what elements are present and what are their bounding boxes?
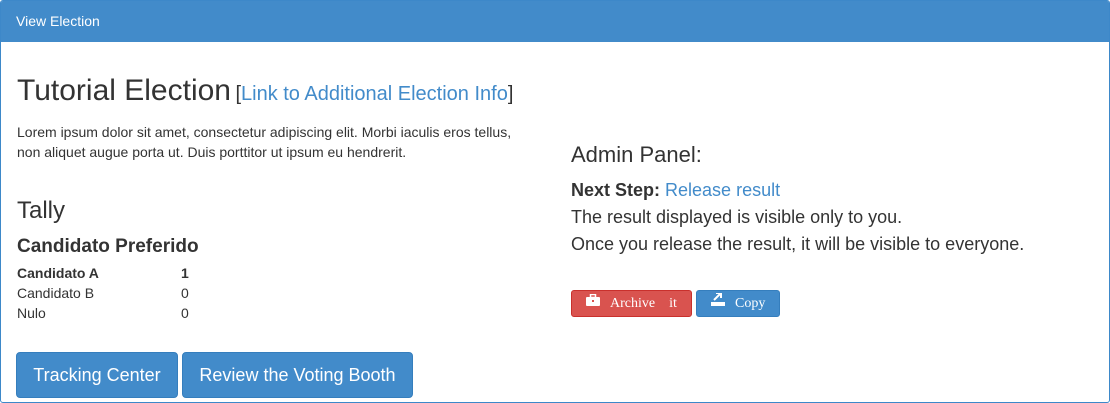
candidate-count: 0 <box>181 305 189 321</box>
briefcase-icon <box>586 290 600 315</box>
tally-table: Candidato A 1 Candidato B 0 Nulo 0 <box>17 263 189 323</box>
question-title: Candidato Preferido <box>17 236 199 257</box>
archive-label-it: it <box>669 296 677 311</box>
bracket-close: ] <box>507 83 514 105</box>
export-icon <box>711 290 725 315</box>
panel-heading: View Election <box>1 1 1109 42</box>
candidate-count: 0 <box>181 285 189 301</box>
review-voting-booth-button[interactable]: Review the Voting Booth <box>182 352 413 398</box>
admin-panel-heading: Admin Panel: <box>571 142 702 167</box>
copy-label: Copy <box>735 296 766 311</box>
copy-button[interactable]: Copy <box>696 290 780 317</box>
next-step: Next Step: Release result <box>571 180 780 201</box>
title-row: Tutorial Election [Link to Additional El… <box>17 74 513 108</box>
tally-heading: Tally <box>17 197 66 224</box>
candidate-name: Candidato B <box>17 285 95 301</box>
archive-button[interactable]: Archive it <box>571 290 692 317</box>
additional-info-link[interactable]: Link to Additional Election Info <box>241 83 508 105</box>
table-row: Candidato A 1 <box>17 263 189 283</box>
table-row: Candidato B 0 <box>17 283 189 303</box>
admin-note-visibility: The result displayed is visible only to … <box>571 207 903 227</box>
release-result-link[interactable]: Release result <box>665 180 780 200</box>
archive-label: Archive <box>610 296 656 311</box>
election-title: Tutorial Election <box>17 74 231 107</box>
candidate-count: 1 <box>181 265 189 281</box>
election-description: Lorem ipsum dolor sit amet, consectetur … <box>17 124 512 160</box>
candidate-name: Candidato A <box>17 265 99 281</box>
admin-note-release: Once you release the result, it will be … <box>571 234 1025 254</box>
table-row: Nulo 0 <box>17 303 189 323</box>
tracking-center-button[interactable]: Tracking Center <box>16 352 178 398</box>
election-panel: View Election Tutorial Election [Link to… <box>0 0 1110 403</box>
candidate-name: Nulo <box>17 305 46 321</box>
next-step-label: Next Step: <box>571 180 661 200</box>
